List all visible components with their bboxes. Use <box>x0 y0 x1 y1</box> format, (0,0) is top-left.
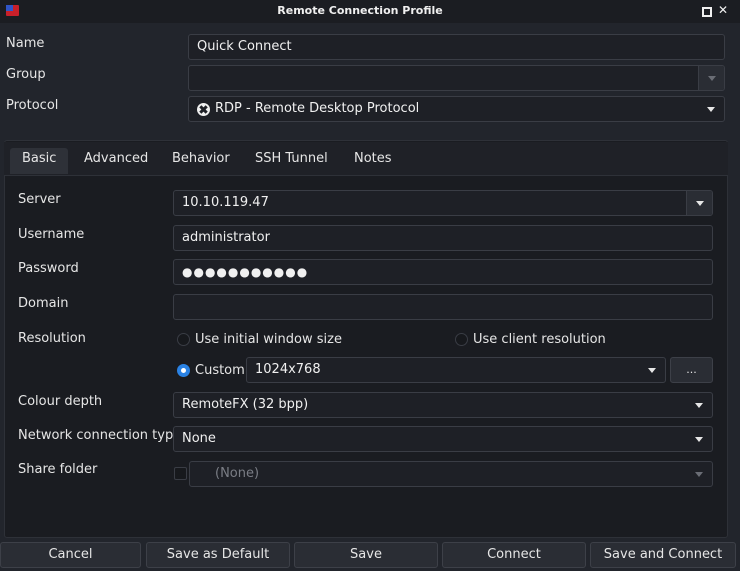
share-folder-checkbox[interactable] <box>174 467 187 480</box>
tab-behavior[interactable]: Behavior <box>160 148 242 174</box>
tab-bar: Basic Advanced Behavior SSH Tunnel Notes <box>4 142 728 176</box>
share-folder-label: Share folder <box>18 462 98 477</box>
domain-input[interactable] <box>173 294 713 320</box>
resolution-list-button[interactable]: ... <box>670 357 713 383</box>
custom-resolution-select[interactable]: 1024x768 <box>246 357 666 383</box>
rdp-icon <box>197 103 210 116</box>
name-label: Name <box>6 36 45 51</box>
save-as-default-button[interactable]: Save as Default <box>146 542 290 568</box>
domain-label: Domain <box>18 296 69 311</box>
radio-initial-size-label[interactable]: Use initial window size <box>195 332 342 347</box>
window-title: Remote Connection Profile <box>277 4 443 17</box>
group-combo[interactable] <box>188 65 725 91</box>
chevron-down-icon[interactable] <box>686 462 712 486</box>
server-combo[interactable]: 10.10.119.47 <box>173 190 713 216</box>
network-type-value: None <box>182 431 216 446</box>
close-button[interactable]: ✕ <box>718 4 728 16</box>
save-and-connect-button[interactable]: Save and Connect <box>590 542 736 568</box>
save-button[interactable]: Save <box>294 542 438 568</box>
colour-depth-select[interactable]: RemoteFX (32 bpp) <box>173 392 713 418</box>
protocol-label: Protocol <box>6 98 59 113</box>
connect-button[interactable]: Connect <box>442 542 586 568</box>
share-folder-value: (None) <box>215 466 260 481</box>
radio-client-resolution-label[interactable]: Use client resolution <box>473 332 606 347</box>
radio-custom[interactable] <box>177 364 190 377</box>
server-label: Server <box>18 192 61 207</box>
maximize-button[interactable] <box>700 5 712 17</box>
password-label: Password <box>18 261 79 276</box>
colour-depth-value: RemoteFX (32 bpp) <box>182 397 309 412</box>
cancel-button[interactable]: Cancel <box>0 542 141 568</box>
tab-basic[interactable]: Basic <box>10 148 69 174</box>
tab-advanced[interactable]: Advanced <box>72 148 160 174</box>
radio-custom-label[interactable]: Custom <box>195 363 245 378</box>
radio-client-resolution[interactable] <box>455 333 468 346</box>
title-bar: Remote Connection Profile ✕ <box>0 0 740 23</box>
colour-depth-label: Colour depth <box>18 394 103 409</box>
tab-ssh-tunnel[interactable]: SSH Tunnel <box>243 148 340 174</box>
password-input[interactable]: ●●●●●●●●●●● <box>173 259 713 285</box>
tab-notes[interactable]: Notes <box>342 148 404 174</box>
chevron-down-icon[interactable] <box>698 66 724 90</box>
protocol-select[interactable]: RDP - Remote Desktop Protocol <box>188 96 725 122</box>
chevron-down-icon[interactable] <box>698 97 724 121</box>
username-input[interactable]: administrator <box>173 225 713 251</box>
network-type-select[interactable]: None <box>173 426 713 452</box>
protocol-value: RDP - Remote Desktop Protocol <box>215 101 420 116</box>
server-value: 10.10.119.47 <box>182 195 269 210</box>
chevron-down-icon[interactable] <box>686 427 712 451</box>
chevron-down-icon[interactable] <box>639 358 665 382</box>
chevron-down-icon[interactable] <box>686 191 712 215</box>
group-label: Group <box>6 67 46 82</box>
chevron-down-icon[interactable] <box>686 393 712 417</box>
share-folder-select[interactable]: (None) <box>189 461 713 487</box>
custom-resolution-value: 1024x768 <box>255 362 321 377</box>
name-input[interactable]: Quick Connect <box>188 34 725 60</box>
network-type-label: Network connection type <box>18 428 182 443</box>
radio-initial-size[interactable] <box>177 333 190 346</box>
resolution-label: Resolution <box>18 331 86 346</box>
username-label: Username <box>18 227 85 242</box>
